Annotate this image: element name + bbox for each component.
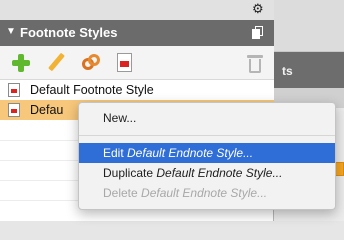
menu-item-delete: Delete Default Endnote Style... bbox=[79, 183, 335, 203]
menu-separator bbox=[79, 135, 335, 136]
menu-item-duplicate[interactable]: Duplicate Default Endnote Style... bbox=[79, 163, 335, 183]
style-document-icon bbox=[8, 103, 20, 117]
copy-icon[interactable] bbox=[252, 26, 264, 39]
menu-item-new[interactable]: New... bbox=[79, 108, 335, 128]
menu-item-label: New... bbox=[103, 111, 137, 125]
panel-header[interactable]: ▼ Footnote Styles bbox=[0, 20, 274, 46]
pencil-icon[interactable] bbox=[46, 52, 68, 74]
plus-icon[interactable] bbox=[10, 52, 32, 74]
context-menu: New... Edit Default Endnote Style... Dup… bbox=[78, 102, 336, 210]
background-window-header: ts bbox=[274, 52, 344, 88]
list-item[interactable]: Default Footnote Style bbox=[0, 80, 274, 100]
background-window-header-text: ts bbox=[282, 64, 293, 78]
triangle-down-icon[interactable]: ▼ bbox=[6, 26, 16, 37]
menu-item-label: Delete Default Endnote Style... bbox=[103, 186, 268, 200]
gear-icon[interactable]: ⚙ bbox=[252, 2, 264, 16]
panel-toolbar bbox=[0, 46, 274, 80]
list-item-label: Defau bbox=[30, 103, 64, 117]
trash-icon[interactable] bbox=[244, 52, 266, 74]
link-icon[interactable] bbox=[80, 52, 102, 74]
menu-item-edit[interactable]: Edit Default Endnote Style... bbox=[79, 143, 335, 163]
style-document-icon[interactable] bbox=[114, 52, 136, 74]
background-window-toolbar bbox=[274, 0, 344, 52]
panel-title: Footnote Styles bbox=[20, 25, 118, 40]
list-item-label: Default Footnote Style bbox=[30, 83, 154, 97]
menu-item-label: Edit Default Endnote Style... bbox=[103, 146, 254, 160]
menu-item-label: Duplicate Default Endnote Style... bbox=[103, 166, 283, 180]
style-document-icon bbox=[8, 83, 20, 97]
panel-top-bar: ⚙ bbox=[0, 0, 274, 20]
